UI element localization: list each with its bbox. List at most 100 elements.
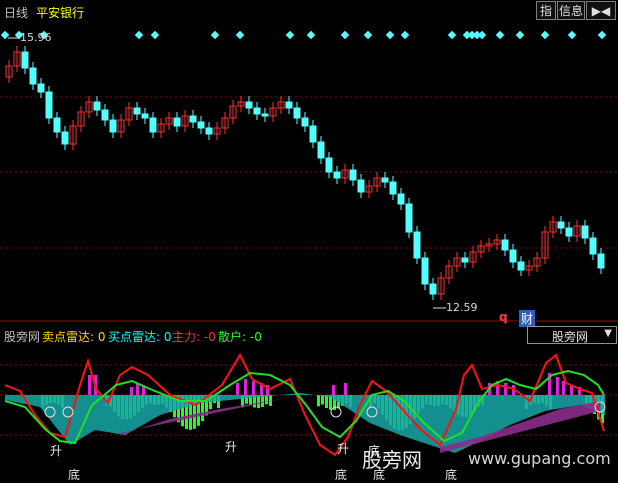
event-diamond-icon [150, 30, 160, 40]
candle-body [253, 107, 261, 115]
candle-body [29, 67, 37, 85]
candle-body [429, 283, 437, 295]
retail-bar [321, 395, 324, 405]
event-diamond-icon [400, 30, 410, 40]
panel-toggle-button[interactable]: ▶◀ [586, 1, 616, 20]
candle-body [381, 177, 389, 183]
event-diamond-icon [363, 30, 373, 40]
candle-body [421, 257, 429, 285]
price-chart-panel[interactable]: 15.96 12.59 q 财 [0, 22, 618, 327]
signal-di-1: 底 [68, 468, 81, 482]
candle-body [581, 225, 589, 239]
event-diamond-icon [306, 30, 316, 40]
event-diamond-icon [447, 30, 457, 40]
candle-body [45, 91, 53, 119]
high-price-label: 15.96 [20, 31, 52, 44]
event-diamond-icon [0, 30, 10, 40]
candle-body [557, 221, 565, 229]
candle-body [109, 119, 117, 133]
main-force-bar [344, 383, 347, 395]
candle-body [413, 231, 421, 259]
candle-body [93, 101, 101, 111]
candle-body [405, 203, 413, 233]
index-button[interactable]: 指 [536, 1, 556, 20]
event-diamond-icon [495, 30, 505, 40]
candle-body [517, 261, 525, 271]
candle-body [141, 113, 149, 119]
candle-body [261, 113, 269, 117]
main-force-bar [236, 383, 239, 395]
event-diamond-icon [515, 30, 525, 40]
signal-sheng-1: 升 [50, 444, 63, 458]
candle-body [357, 179, 365, 193]
info-button[interactable]: 信息 [557, 1, 585, 20]
candle-body [309, 125, 317, 143]
title-bar: 日线 平安银行 指 信息 ▶◀ [0, 0, 618, 22]
candle-body [53, 117, 61, 133]
candle-body [205, 127, 213, 135]
candle-body [389, 181, 397, 195]
event-diamond-icon [477, 30, 487, 40]
main-force-bar [562, 381, 565, 395]
candle-body [293, 107, 301, 119]
event-diamond-icon [285, 30, 295, 40]
candle-body [37, 83, 45, 93]
candlestick-chart [0, 30, 618, 322]
event-diamond-icon [597, 30, 607, 40]
signal-sheng-3: 升 [337, 442, 350, 456]
candle-body [61, 131, 69, 145]
chevron-down-icon: ▼ [604, 328, 612, 339]
candle-body [317, 141, 325, 159]
main-force-bar [504, 383, 507, 395]
signal-di-2: 底 [335, 468, 348, 482]
period-label[interactable]: 日线 [4, 4, 28, 21]
retail-bar [269, 395, 272, 406]
candle-body [333, 171, 341, 179]
main-force-value: 主力: -0 [172, 330, 216, 344]
candle-body [349, 169, 357, 181]
stock-name: 平安银行 [36, 6, 85, 20]
candle-body [149, 117, 157, 133]
candle-body [597, 253, 605, 269]
watermark-url: www.gupang.com [468, 449, 611, 468]
event-diamond-icon [540, 30, 550, 40]
watermark-logo: 股旁网 [362, 448, 422, 472]
main-force-bar [130, 387, 133, 395]
event-diamond-icon [210, 30, 220, 40]
retail-bar [325, 395, 328, 409]
candle-body [133, 107, 141, 115]
main-force-bar [252, 381, 255, 395]
main-force-bar [244, 379, 247, 395]
candle-body [197, 121, 205, 129]
candle-body [21, 51, 29, 69]
indicator-header: 股旁网 卖点雷达: 0 买点雷达: 0 主力: -0 散户: -0 [0, 325, 618, 345]
low-price-label: 12.59 [446, 301, 478, 314]
indicator-select[interactable]: 股旁网 ▼ [527, 326, 617, 344]
candle-body [589, 237, 597, 255]
candle-body [461, 257, 469, 263]
event-diamond-icon [340, 30, 350, 40]
sell-radar-value: 卖点雷达: 0 [42, 330, 106, 344]
candle-body [285, 101, 293, 109]
candle-body [173, 117, 181, 127]
main-force-bar [556, 377, 559, 395]
main-force-bar [88, 375, 91, 395]
candle-body [509, 249, 517, 263]
indicator-select-value: 股旁网 [552, 330, 589, 344]
main-force-bar [332, 385, 335, 395]
q-event-mark[interactable]: q [499, 310, 508, 324]
candle-body [301, 117, 309, 127]
event-diamond-icon [134, 30, 144, 40]
retail-value: 散户: -0 [218, 330, 262, 344]
event-diamond-icon [235, 30, 245, 40]
candle-body [245, 101, 253, 109]
indicator-name: 股旁网 [4, 330, 41, 344]
event-diamond-icon [385, 30, 395, 40]
candle-body [501, 239, 509, 251]
candle-body [101, 109, 109, 121]
signal-sheng-2: 升 [225, 440, 238, 454]
event-diamond-icon [567, 30, 577, 40]
retail-bar [317, 395, 320, 407]
signal-di-4: 底 [445, 468, 458, 482]
buy-radar-value: 买点雷达: 0 [108, 330, 172, 344]
